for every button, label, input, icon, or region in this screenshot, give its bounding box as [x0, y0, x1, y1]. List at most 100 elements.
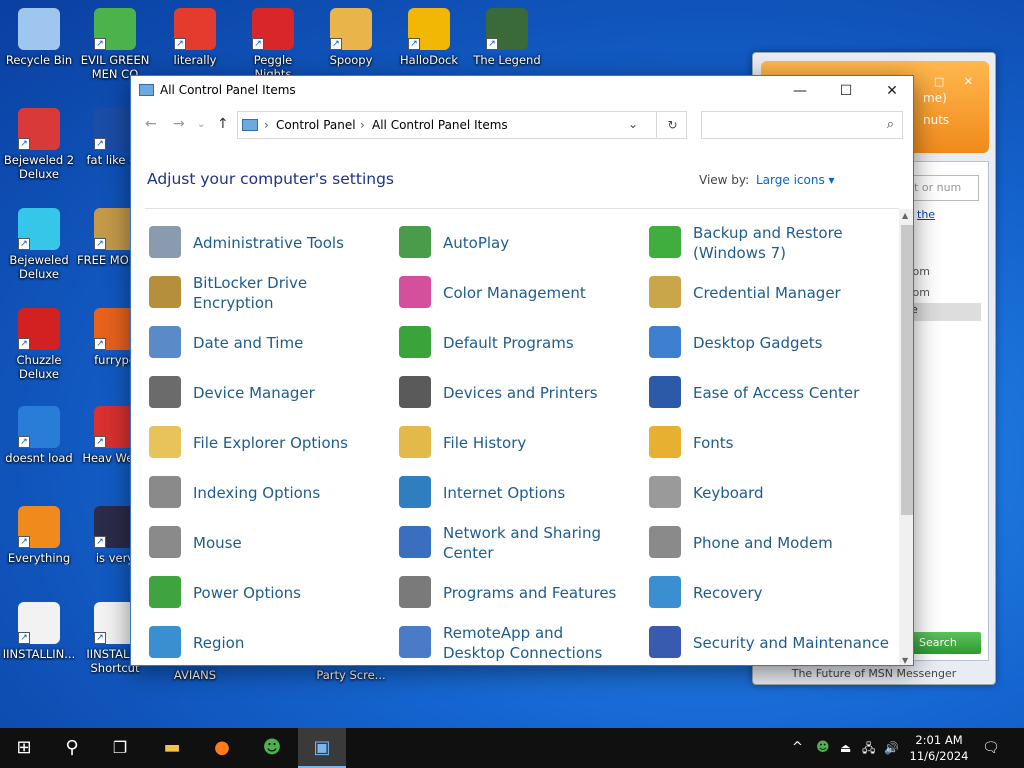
- desktop-icon[interactable]: ↗ literally: [156, 8, 234, 67]
- desktop-icon[interactable]: ↗ EVIL GREEN MEN CO: [76, 8, 154, 81]
- control-panel-item[interactable]: Security and Maintenance: [631, 621, 889, 665]
- desktop-icon[interactable]: ↗ IINSTALLIN...: [0, 602, 78, 661]
- task-view-icon[interactable]: ❐: [96, 728, 144, 768]
- desktop-icon[interactable]: ↗ Spoopy: [312, 8, 390, 67]
- desktop-icon[interactable]: ↗ HalloDock: [390, 8, 468, 67]
- control-panel-item[interactable]: Credential Manager: [631, 271, 871, 315]
- refresh-button[interactable]: ↻: [656, 111, 688, 139]
- control-panel-item[interactable]: Phone and Modem: [631, 521, 871, 565]
- control-panel-item[interactable]: BitLocker Drive Encryption: [131, 271, 371, 315]
- desktop-icon-label: Everything: [7, 551, 71, 565]
- msn-window-controls[interactable]: – □ ✕: [909, 75, 981, 88]
- fonts-icon: [649, 426, 681, 458]
- desktop-icon-label: Bejeweled Deluxe: [9, 253, 69, 281]
- msn-link[interactable]: the: [917, 208, 935, 221]
- control-panel-item[interactable]: File Explorer Options: [131, 421, 371, 465]
- desktop-icon[interactable]: ↗ Chuzzle Deluxe: [0, 308, 78, 381]
- control-panel-item[interactable]: Region: [131, 621, 371, 665]
- view-by-dropdown[interactable]: Large icons ▾: [756, 173, 835, 187]
- app-icon: ↗: [18, 602, 60, 644]
- desktop-icon[interactable]: ↗ Bejeweled Deluxe: [0, 208, 78, 281]
- control-panel-item[interactable]: Power Options: [131, 571, 371, 615]
- search-icon[interactable]: ⚲: [48, 728, 96, 768]
- control-panel-item[interactable]: Administrative Tools: [131, 221, 371, 265]
- app-icon: ↗: [18, 506, 60, 548]
- control-panel-icon[interactable]: ▣: [298, 728, 346, 768]
- desktop-icon[interactable]: ↗ doesnt load: [0, 406, 78, 465]
- chevron-down-icon[interactable]: ⌄: [628, 117, 638, 131]
- control-panel-window[interactable]: All Control Panel Items — ☐ ✕ ← → ⌄ ↑ › …: [130, 75, 914, 666]
- control-panel-item[interactable]: Mouse: [131, 521, 371, 565]
- control-panel-item[interactable]: Default Programs: [381, 321, 621, 365]
- control-panel-item[interactable]: Programs and Features: [381, 571, 621, 615]
- volume-icon[interactable]: 🔊: [884, 728, 899, 768]
- control-panel-item[interactable]: Indexing Options: [131, 471, 371, 515]
- up-arrow-icon[interactable]: ↑: [217, 116, 229, 132]
- firefox-icon[interactable]: ●: [198, 728, 246, 768]
- search-input[interactable]: ⌕: [701, 111, 903, 139]
- title-bar[interactable]: All Control Panel Items — ☐ ✕: [131, 76, 913, 106]
- msn-search-button[interactable]: Search: [913, 632, 981, 654]
- control-panel-icon: [139, 84, 154, 96]
- control-panel-item[interactable]: Keyboard: [631, 471, 871, 515]
- desktop-icon-label: Recycle Bin: [5, 53, 73, 67]
- msn-search-input[interactable]: ct or num: [903, 175, 979, 201]
- back-arrow-icon[interactable]: ←: [145, 116, 157, 132]
- default-programs-icon: [399, 326, 431, 358]
- clock-time: 2:01 AM: [915, 733, 963, 747]
- app-icon: ↗: [94, 8, 136, 50]
- autoplay-icon: [399, 226, 431, 258]
- control-panel-item-label: Phone and Modem: [693, 534, 833, 552]
- maximize-button[interactable]: ☐: [823, 76, 869, 106]
- desktop-icon[interactable]: ↗ Everything: [0, 506, 78, 565]
- control-panel-item[interactable]: Internet Options: [381, 471, 621, 515]
- breadcrumb-separator: ›: [264, 118, 269, 132]
- start-button[interactable]: ⊞: [0, 728, 48, 768]
- close-button[interactable]: ✕: [869, 76, 913, 106]
- control-panel-item[interactable]: Devices and Printers: [381, 371, 621, 415]
- msn-icon[interactable]: ☻: [248, 728, 296, 768]
- search-icon[interactable]: ⌕: [887, 117, 894, 132]
- control-panel-item[interactable]: Backup and Restore (Windows 7): [631, 221, 871, 265]
- clock[interactable]: 2:01 AM 11/6/2024: [904, 732, 974, 764]
- address-bar[interactable]: › Control Panel › All Control Panel Item…: [237, 111, 687, 139]
- shortcut-arrow-icon: ↗: [18, 238, 30, 250]
- control-panel-item[interactable]: Ease of Access Center: [631, 371, 871, 415]
- control-panel-item[interactable]: AutoPlay: [381, 221, 621, 265]
- control-panel-item[interactable]: RemoteApp and Desktop Connections: [381, 621, 621, 665]
- desktop-icon-label[interactable]: Party Scre...: [312, 668, 390, 682]
- forward-arrow-icon[interactable]: →: [173, 116, 185, 132]
- scrollbar-thumb[interactable]: [901, 225, 913, 515]
- control-panel-item[interactable]: File History: [381, 421, 621, 465]
- control-panel-item[interactable]: Network and Sharing Center: [381, 521, 621, 565]
- vertical-scrollbar[interactable]: ▲ ▼: [899, 209, 913, 665]
- breadcrumb-control-panel[interactable]: Control Panel: [276, 118, 356, 132]
- usb-tray-icon[interactable]: ⏏: [840, 728, 851, 768]
- control-panel-item-label: Network and Sharing Center: [443, 524, 601, 562]
- scroll-up-icon[interactable]: ▲: [902, 211, 908, 220]
- desktop-icon[interactable]: ↗ The Legend: [468, 8, 546, 67]
- control-panel-item[interactable]: Desktop Gadgets: [631, 321, 871, 365]
- tray-chevron-icon[interactable]: ^: [792, 728, 803, 768]
- window-title: All Control Panel Items: [160, 83, 296, 97]
- control-panel-item[interactable]: Color Management: [381, 271, 621, 315]
- control-panel-item-label: Internet Options: [443, 484, 566, 502]
- desktop-icon-label[interactable]: AVIANS: [156, 668, 234, 682]
- recent-locations-icon[interactable]: ⌄: [197, 119, 205, 130]
- msn-selected-contact[interactable]: e: [903, 303, 981, 321]
- notification-icon[interactable]: 🗨: [982, 728, 1000, 768]
- msn-tray-icon[interactable]: ☻: [816, 728, 830, 768]
- desktop-icon[interactable]: ↗ Peggle Nights: [234, 8, 312, 81]
- control-panel-item[interactable]: Fonts: [631, 421, 871, 465]
- desktop-icon[interactable]: Recycle Bin: [0, 8, 78, 67]
- control-panel-item[interactable]: Recovery: [631, 571, 871, 615]
- network-icon[interactable]: 🖧: [862, 728, 875, 768]
- control-panel-item[interactable]: Device Manager: [131, 371, 371, 415]
- scroll-down-icon[interactable]: ▼: [902, 656, 908, 665]
- desktop-icon[interactable]: ↗ Bejeweled 2 Deluxe: [0, 108, 78, 181]
- breadcrumb-all-items[interactable]: All Control Panel Items: [372, 118, 508, 132]
- minimize-button[interactable]: —: [777, 76, 823, 106]
- file-explorer-icon[interactable]: ▬: [148, 728, 196, 768]
- control-panel-item[interactable]: Date and Time: [131, 321, 371, 365]
- app-icon: ↗: [408, 8, 450, 50]
